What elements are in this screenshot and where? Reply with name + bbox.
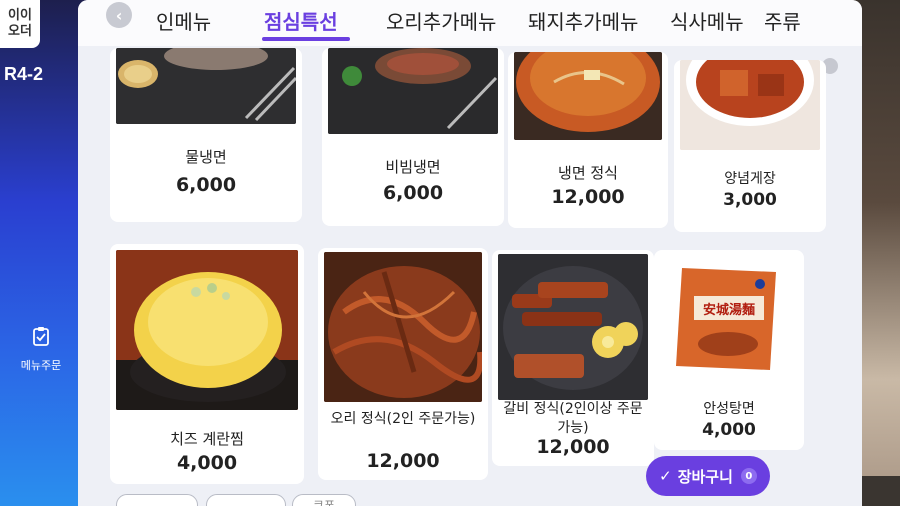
food-image <box>514 52 662 140</box>
menu-item-name: 치즈 계란찜 <box>170 430 244 448</box>
tab-duck-extra[interactable]: 오리추가메뉴 <box>386 6 496 35</box>
tab-in-menu[interactable]: 인메뉴 <box>156 6 211 35</box>
clipboard-icon <box>32 326 50 351</box>
menu-item-price: 12,000 <box>366 450 440 472</box>
menu-item-name: 물냉면 <box>185 148 227 166</box>
food-image: 安城湯麵 <box>660 258 798 378</box>
menu-card-cheese-gyeranjjim[interactable]: 치즈 계란찜 4,000 <box>110 244 304 484</box>
tab-liquor[interactable]: 주류 <box>764 6 801 35</box>
cart-label: 장바구니 <box>677 467 733 486</box>
menu-card-duck-set[interactable]: 오리 정식(2인 주문가능) 12,000 <box>318 248 488 480</box>
food-image <box>680 60 820 150</box>
coupon-label: 쿠폰 <box>312 498 336 506</box>
food-image <box>116 250 298 410</box>
menu-item-price: 12,000 <box>536 436 610 458</box>
brand-logo: 이이 오더 <box>0 0 40 48</box>
category-tab-bar: ‹ 인메뉴 점심특선 오리추가메뉴 돼지추가메뉴 식사메뉴 주류 <box>78 0 862 46</box>
food-image <box>498 254 648 400</box>
menu-item-price: 6,000 <box>175 174 237 196</box>
food-image <box>328 48 498 134</box>
menu-item-price: 6,000 <box>382 182 444 204</box>
menu-card-mul-naengmyeon[interactable]: 물냉면 6,000 <box>110 48 302 222</box>
menu-card-galbi-set[interactable]: 갈비 정식(2인이상 주문가능) 12,000 <box>492 250 654 466</box>
menu-item-name: 비빔냉면 <box>385 158 441 176</box>
cart-button[interactable]: ✓ 장바구니 0 <box>646 456 770 496</box>
cart-count-badge: 0 <box>740 468 757 484</box>
menu-item-name: 갈비 정식(2인이상 주문가능) <box>503 401 643 436</box>
menu-item-price: 12,000 <box>551 186 625 208</box>
menu-card-anseong-tangmyeon[interactable]: 安城湯麵 안성탕면 4,000 <box>654 250 804 450</box>
table-number: R4-2 <box>4 64 44 84</box>
food-image <box>324 252 482 402</box>
tab-pork-extra[interactable]: 돼지추가메뉴 <box>528 6 638 35</box>
menu-item-name: 안성탕면 <box>703 401 755 417</box>
brand-line-2: 오더 <box>8 24 32 39</box>
food-image <box>116 48 296 124</box>
tab-lunch-special[interactable]: 점심특선 <box>264 6 338 35</box>
menu-card-naengmyeon-set[interactable]: 냉면 정식 12,000 <box>508 52 668 228</box>
bottom-button-2[interactable] <box>206 494 286 506</box>
menu-item-name: 양념게장 <box>724 171 776 187</box>
tab-meal-menu[interactable]: 식사메뉴 <box>670 6 744 35</box>
sidebar-item-label: 메뉴주문 <box>20 359 62 372</box>
menu-item-price: 3,000 <box>723 190 777 210</box>
check-icon: ✓ <box>659 467 672 485</box>
back-button[interactable]: ‹ <box>106 2 132 28</box>
menu-item-name: 오리 정식(2인 주문가능) <box>330 411 476 427</box>
coupon-button[interactable]: 쿠폰 <box>292 494 356 506</box>
chevron-left-icon: ‹ <box>115 5 123 25</box>
menu-item-price: 4,000 <box>702 420 756 440</box>
bottom-button-1[interactable] <box>116 494 198 506</box>
svg-text:安城湯麵: 安城湯麵 <box>703 302 755 318</box>
menu-item-price: 4,000 <box>176 452 238 474</box>
sidebar-item-menu-order[interactable]: 메뉴주문 <box>14 326 68 373</box>
brand-line-1: 이이 <box>8 8 32 23</box>
menu-item-name: 냉면 정식 <box>558 164 618 182</box>
active-tab-indicator <box>262 37 350 41</box>
menu-card-bibim-naengmyeon[interactable]: 비빔냉면 6,000 <box>322 48 504 226</box>
menu-card-yangnyeom-gejang[interactable]: 양념게장 3,000 <box>674 60 826 232</box>
menu-screen: ‹ 인메뉴 점심특선 오리추가메뉴 돼지추가메뉴 식사메뉴 주류 물냉면 6,0… <box>78 0 862 506</box>
